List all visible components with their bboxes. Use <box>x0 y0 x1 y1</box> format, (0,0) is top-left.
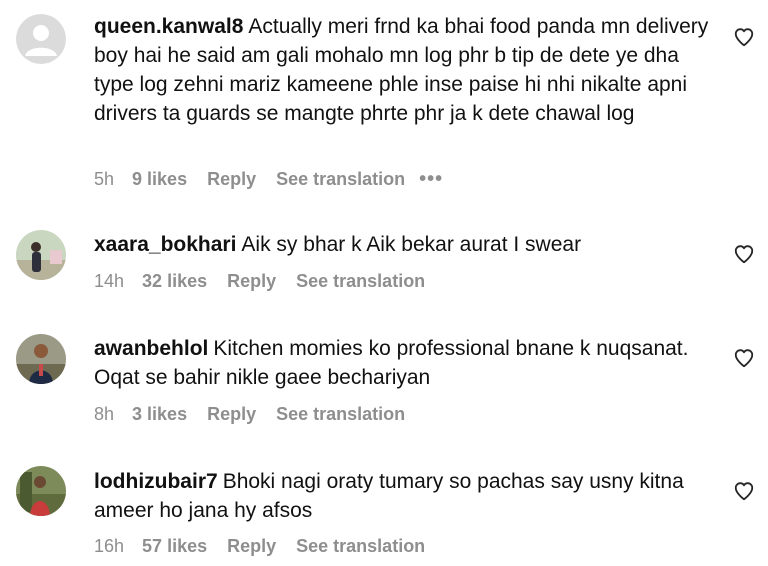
avatar[interactable] <box>16 466 66 516</box>
profile-photo-icon <box>16 230 66 280</box>
comment-likes[interactable]: 9 likes <box>132 169 187 190</box>
comment-likes[interactable]: 3 likes <box>132 404 187 425</box>
heart-outline-icon[interactable] <box>733 26 755 48</box>
reply-button[interactable]: Reply <box>227 271 276 292</box>
comment-item: queen.kanwal8 Actually meri frnd ka bhai … <box>0 0 768 200</box>
comment-body: queen.kanwal8 Actually meri frnd ka bhai … <box>94 12 714 128</box>
comment-username[interactable]: xaara_bokhari <box>94 233 236 256</box>
comment-username[interactable]: queen.kanwal8 <box>94 15 243 38</box>
comment-meta: 16h 57 likes Reply See translation <box>94 536 439 557</box>
reply-button[interactable]: Reply <box>207 404 256 425</box>
more-options-icon[interactable]: ••• <box>419 168 443 191</box>
avatar[interactable] <box>16 230 66 280</box>
comment-body: lodhizubair7 Bhoki nagi oraty tumary so p… <box>94 467 714 525</box>
reply-button[interactable]: Reply <box>227 536 276 557</box>
comment-username[interactable]: lodhizubair7 <box>94 470 218 493</box>
default-profile-icon <box>16 14 66 64</box>
comment-time: 5h <box>94 169 115 189</box>
profile-photo-icon <box>16 466 66 516</box>
comment-item: lodhizubair7 Bhoki nagi oraty tumary so p… <box>0 454 768 566</box>
comment-item: xaara_bokhari Aik sy bhar k Aik bekar aur… <box>0 218 768 304</box>
see-translation-button[interactable]: See translation <box>276 169 405 190</box>
comment-time: 14h <box>94 271 125 291</box>
avatar[interactable] <box>16 14 66 64</box>
comment-meta: 14h 32 likes Reply See translation <box>94 271 439 292</box>
comment-body: awanbehlol Kitchen momies ko professional… <box>94 334 714 392</box>
profile-photo-icon <box>16 334 66 384</box>
comment-likes[interactable]: 32 likes <box>142 271 207 292</box>
comment-meta: 8h 3 likes Reply See translation <box>94 404 419 425</box>
comment-text: Aik sy bhar k Aik bekar aurat I swear <box>241 233 582 256</box>
see-translation-button[interactable]: See translation <box>296 271 425 292</box>
heart-outline-icon[interactable] <box>733 480 755 502</box>
comment-likes[interactable]: 57 likes <box>142 536 207 557</box>
heart-outline-icon[interactable] <box>733 243 755 265</box>
comment-meta: 5h 9 likes Reply See translation ••• <box>94 168 443 191</box>
see-translation-button[interactable]: See translation <box>296 536 425 557</box>
avatar[interactable] <box>16 334 66 384</box>
comment-item: awanbehlol Kitchen momies ko professional… <box>0 322 768 436</box>
comment-body: xaara_bokhari Aik sy bhar k Aik bekar aur… <box>94 230 714 259</box>
reply-button[interactable]: Reply <box>207 169 256 190</box>
see-translation-button[interactable]: See translation <box>276 404 405 425</box>
comment-time: 16h <box>94 536 125 556</box>
heart-outline-icon[interactable] <box>733 347 755 369</box>
comment-time: 8h <box>94 404 115 424</box>
comment-username[interactable]: awanbehlol <box>94 337 208 360</box>
